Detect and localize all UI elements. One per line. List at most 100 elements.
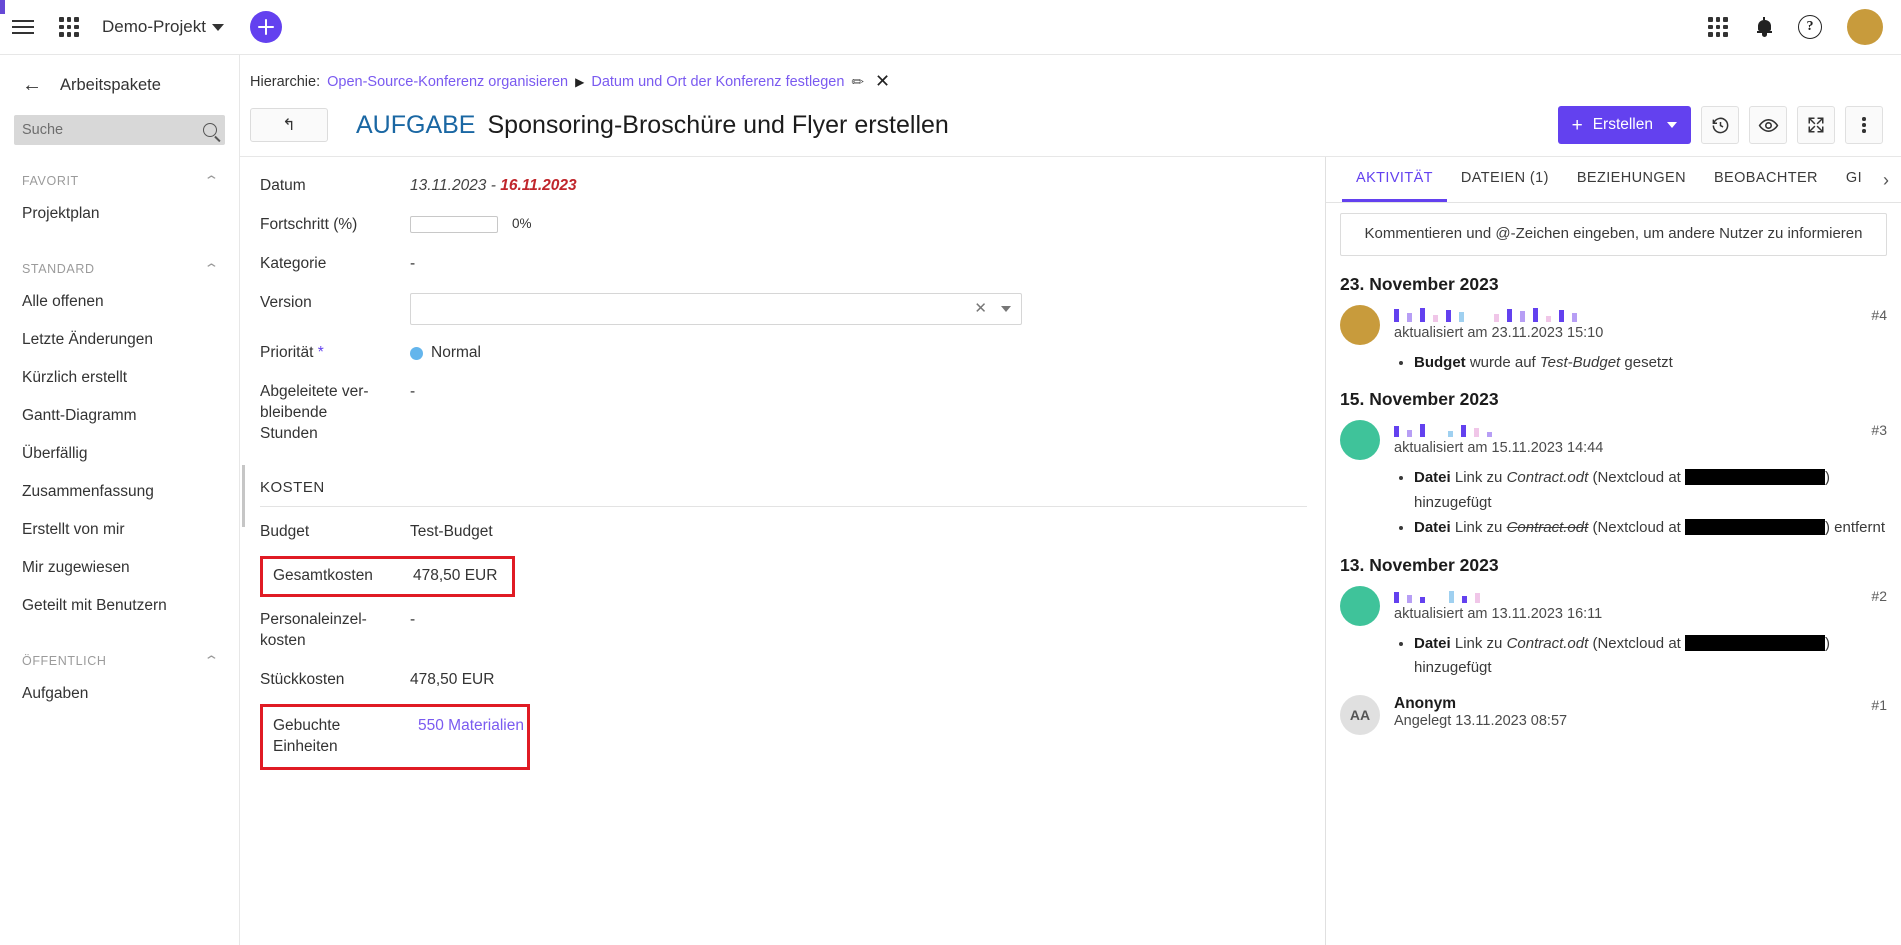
watch-button[interactable] bbox=[1749, 106, 1787, 144]
tab-beobachter[interactable]: BEOBACHTER bbox=[1700, 157, 1832, 202]
activity-subtitle: aktualisiert am 23.11.2023 15:10 bbox=[1394, 324, 1604, 341]
field-value[interactable]: Normal bbox=[410, 343, 1307, 364]
apps-grid-button[interactable] bbox=[1695, 0, 1741, 55]
chevron-up-icon[interactable]: ⌃ bbox=[203, 261, 219, 277]
avatar[interactable] bbox=[1340, 304, 1380, 345]
activity-number[interactable]: #1 bbox=[1871, 697, 1887, 713]
breadcrumb-current-link[interactable]: Datum und Ort der Konferenz festlegen bbox=[591, 74, 844, 90]
sidebar-item-ueberfaellig[interactable]: Überfällig bbox=[0, 435, 239, 473]
create-button[interactable]: + Erstellen bbox=[1557, 106, 1691, 144]
activity-entry-header: aktualisiert am 15.11.2023 14:44 bbox=[1340, 420, 1887, 461]
avatar[interactable] bbox=[1340, 420, 1380, 461]
comment-input[interactable]: Kommentieren und @-Zeichen eingeben, um … bbox=[1340, 213, 1887, 256]
avatar[interactable]: AA bbox=[1340, 695, 1380, 735]
change-value: Contract.odt bbox=[1506, 634, 1589, 652]
tab-bar: AKTIVITÄT DATEIEN (1) BEZIEHUNGEN BEOBAC… bbox=[1326, 157, 1901, 203]
field-value[interactable]: 478,50 EUR bbox=[410, 670, 1307, 691]
activity-number[interactable]: #3 bbox=[1871, 422, 1887, 438]
change-field: Datei bbox=[1414, 518, 1451, 536]
modules-button[interactable] bbox=[46, 0, 92, 55]
field-label: Version bbox=[260, 293, 312, 311]
sidebar-item-zusammenfassung[interactable]: Zusammenfassung bbox=[0, 473, 239, 511]
more-actions-button[interactable] bbox=[1845, 106, 1883, 144]
main-menu-button[interactable] bbox=[0, 0, 46, 55]
field-value[interactable]: - bbox=[410, 382, 1307, 403]
field-label: Datum bbox=[260, 177, 306, 194]
redacted-url bbox=[1685, 518, 1825, 535]
field-datum: Datum 13.11.2023 - 16.11.2023 bbox=[260, 167, 1307, 206]
global-create-button[interactable] bbox=[249, 11, 282, 43]
chevron-up-icon[interactable]: ⌃ bbox=[203, 653, 219, 669]
notifications-button[interactable] bbox=[1741, 0, 1787, 55]
activity-entry-meta: aktualisiert am 13.11.2023 16:11 bbox=[1394, 586, 1887, 622]
back-arrow-icon: ↰ bbox=[282, 117, 296, 134]
avatar[interactable] bbox=[1340, 585, 1380, 626]
field-budget: Budget Test-Budget bbox=[260, 513, 1307, 552]
activity-entry: #4 aktualisiert am 23.11.2023 15:10 • Bu… bbox=[1340, 304, 1887, 376]
clear-x-icon[interactable]: ✕ bbox=[974, 299, 987, 319]
sidebar-item-alle-offenen[interactable]: Alle offenen bbox=[0, 283, 239, 321]
required-asterisk: * bbox=[317, 343, 324, 361]
sidebar-group-label: FAVORIT bbox=[22, 174, 79, 188]
activity-change-item: Budget wurde auf Test-Budget gesetzt bbox=[1414, 351, 1887, 376]
search-input[interactable] bbox=[22, 122, 192, 138]
change-text: Link zu bbox=[1450, 518, 1507, 536]
field-label: Personaleinzel- kosten bbox=[260, 611, 367, 650]
tab-beziehungen[interactable]: BEZIEHUNGEN bbox=[1563, 157, 1700, 202]
chevron-down-icon[interactable] bbox=[1001, 305, 1011, 312]
activity-change-item: Datei Link zu Contract.odt (Nextcloud at… bbox=[1414, 632, 1887, 682]
field-value[interactable]: Test-Budget bbox=[410, 522, 1307, 543]
project-selector[interactable]: Demo-Projekt bbox=[102, 17, 224, 37]
progress-bar[interactable] bbox=[410, 215, 498, 233]
activity-number[interactable]: #2 bbox=[1871, 588, 1887, 604]
work-package-type[interactable]: AUFGABE bbox=[356, 111, 475, 140]
sidebar-item-mir-zugewiesen[interactable]: Mir zugewiesen bbox=[0, 549, 239, 587]
change-text: Link zu bbox=[1450, 469, 1507, 487]
breadcrumb-parent-link[interactable]: Open-Source-Konferenz organisieren bbox=[327, 74, 568, 90]
back-to-list-button[interactable]: ↰ bbox=[250, 108, 328, 142]
sidebar-item-gantt-diagramm[interactable]: Gantt-Diagramm bbox=[0, 397, 239, 435]
chevron-right-icon[interactable]: › bbox=[1875, 157, 1897, 202]
field-value[interactable]: - bbox=[410, 610, 1307, 631]
user-avatar[interactable] bbox=[1847, 9, 1883, 45]
help-button[interactable]: ? bbox=[1787, 0, 1833, 55]
main-content: Hierarchie: Open-Source-Konferenz organi… bbox=[240, 55, 1901, 945]
sidebar-item-aufgaben[interactable]: Aufgaben bbox=[0, 675, 239, 713]
sidebar-item-projektplan[interactable]: Projektplan bbox=[0, 195, 239, 233]
field-value[interactable]: - bbox=[410, 254, 1307, 275]
grid-apps-icon bbox=[1708, 17, 1728, 37]
breadcrumb: Hierarchie: Open-Source-Konferenz organi… bbox=[240, 55, 1901, 102]
field-personaleinzelkosten: Personaleinzel- kosten - bbox=[260, 601, 1307, 661]
field-value[interactable]: 0% bbox=[410, 215, 1307, 233]
pane-scroll-indicator[interactable] bbox=[242, 465, 245, 527]
field-value[interactable]: 13.11.2023 - 16.11.2023 bbox=[410, 176, 1307, 197]
work-package-subject[interactable]: Sponsoring-Broschüre und Flyer erstellen bbox=[487, 111, 948, 140]
tab-aktivitaet[interactable]: AKTIVITÄT bbox=[1342, 157, 1447, 202]
sidebar-search[interactable] bbox=[14, 115, 225, 145]
pencil-icon[interactable]: ✏ bbox=[851, 73, 864, 91]
app-root: Demo-Projekt ? ← Arbeitspakete Suche FAV… bbox=[0, 0, 1901, 945]
tab-gi[interactable]: GI bbox=[1832, 157, 1876, 202]
activity-history-button[interactable] bbox=[1701, 106, 1739, 144]
sidebar-item-geteilt-mit-benutzern[interactable]: Geteilt mit Benutzern bbox=[0, 587, 239, 625]
chevron-up-icon[interactable]: ⌃ bbox=[203, 173, 219, 189]
top-navigation-bar: Demo-Projekt ? bbox=[0, 0, 1901, 55]
sidebar: ← Arbeitspakete FAVORIT ⌃ Projektplan ST… bbox=[0, 55, 240, 945]
sidebar-group-oeffentlich: ÖFFENTLICH ⌃ bbox=[0, 653, 239, 669]
fullscreen-button[interactable] bbox=[1797, 106, 1835, 144]
activity-number[interactable]: #4 bbox=[1871, 307, 1887, 323]
field-value-link[interactable]: 550 Materialien bbox=[418, 716, 527, 737]
change-text: Link zu bbox=[1450, 634, 1507, 652]
sidebar-item-letzte-aenderungen[interactable]: Letzte Änderungen bbox=[0, 321, 239, 359]
version-select[interactable]: ✕ bbox=[410, 292, 1022, 325]
activity-entry-header: AA Anonym Angelegt 13.11.2023 08:57 bbox=[1340, 695, 1887, 735]
tab-dateien[interactable]: DATEIEN (1) bbox=[1447, 157, 1563, 202]
field-value: ✕ bbox=[410, 292, 1307, 325]
sidebar-item-erstellt-von-mir[interactable]: Erstellt von mir bbox=[0, 511, 239, 549]
close-icon[interactable]: ✕ bbox=[875, 71, 890, 92]
field-value[interactable]: 478,50 EUR bbox=[413, 566, 512, 587]
redacted-url bbox=[1685, 634, 1825, 651]
sidebar-back-icon[interactable]: ← bbox=[22, 75, 42, 95]
activity-date-heading: 13. November 2023 bbox=[1340, 554, 1499, 575]
sidebar-item-kuerzlich-erstellt[interactable]: Kürzlich erstellt bbox=[0, 359, 239, 397]
